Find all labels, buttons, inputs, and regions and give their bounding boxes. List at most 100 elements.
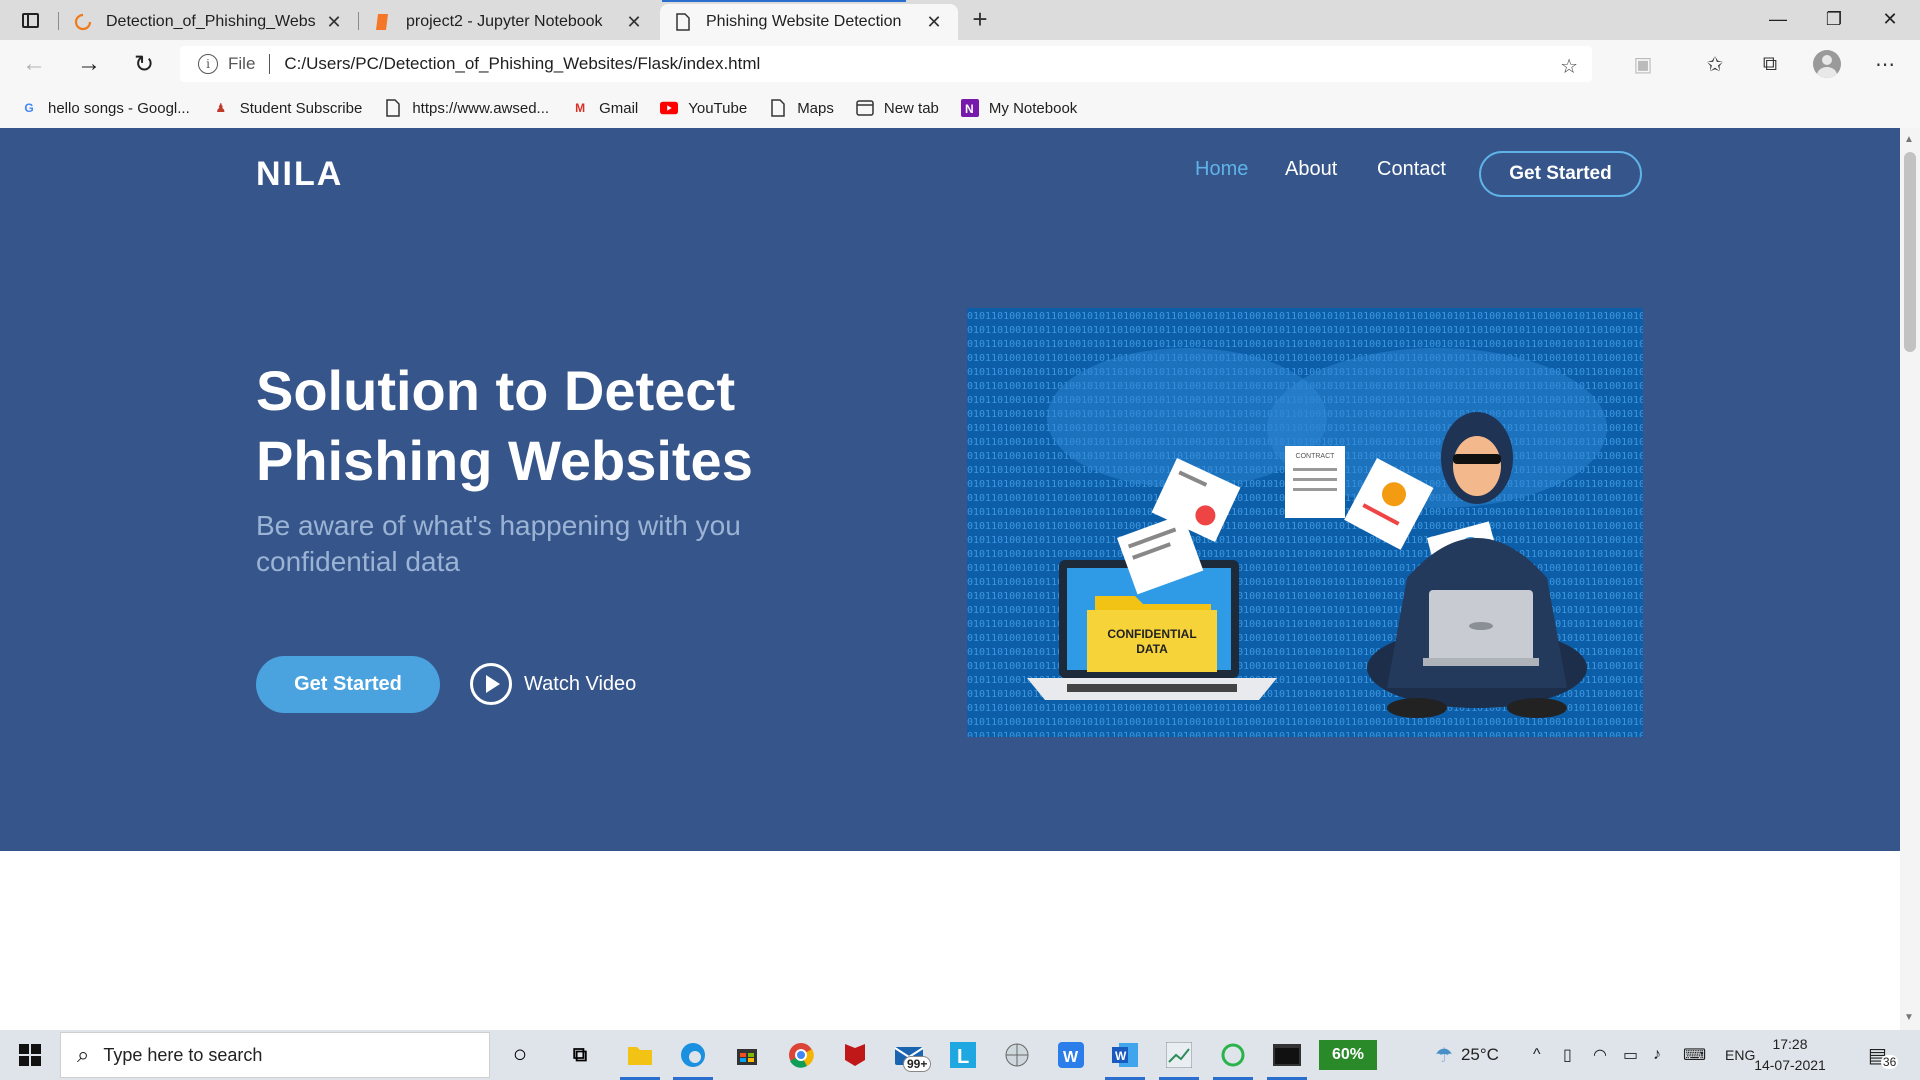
page-scrollbar[interactable]: ▲ ▼ bbox=[1900, 128, 1920, 1030]
weather-widget[interactable]: ☂ 25°C bbox=[1435, 1030, 1499, 1080]
favorites-icon[interactable]: ✩ bbox=[1700, 50, 1730, 78]
profile-avatar[interactable] bbox=[1813, 50, 1841, 78]
browser-tab-bar: Detection_of_Phishing_Websites ✕ project… bbox=[0, 0, 1920, 40]
tab-phishing[interactable]: Phishing Website Detection ✕ bbox=[660, 4, 958, 40]
hero-title: Solution to Detect Phishing Websites bbox=[256, 356, 856, 496]
watch-video-link[interactable]: Watch Video bbox=[470, 663, 636, 705]
bookmark-label: hello songs - Googl... bbox=[48, 99, 190, 117]
back-button[interactable]: ← bbox=[18, 50, 50, 78]
bookmark-new-tab[interactable]: New tab bbox=[856, 99, 939, 117]
svg-text:W: W bbox=[1115, 1049, 1127, 1063]
word-icon[interactable]: W bbox=[1105, 1036, 1145, 1074]
tab-title: Detection_of_Phishing_Websites bbox=[106, 13, 316, 30]
address-url[interactable]: C:/Users/PC/Detection_of_Phishing_Websit… bbox=[284, 54, 760, 74]
svg-text:L: L bbox=[957, 1046, 969, 1068]
tab-detection[interactable]: Detection_of_Phishing_Websites ✕ bbox=[60, 4, 358, 40]
store-icon[interactable] bbox=[727, 1036, 767, 1074]
loading-spinner-icon bbox=[74, 13, 92, 31]
nav-contact-link[interactable]: Contact bbox=[1377, 158, 1446, 181]
nav-get-started-button[interactable]: Get Started bbox=[1479, 151, 1642, 197]
tab-actions-icon bbox=[21, 12, 39, 28]
wifi-icon[interactable]: ◠ bbox=[1593, 1030, 1607, 1080]
bookmark-maps[interactable]: Maps bbox=[769, 99, 834, 117]
tab-title: project2 - Jupyter Notebook bbox=[406, 13, 603, 30]
minimize-button[interactable]: — bbox=[1755, 4, 1801, 34]
add-favorite-icon[interactable]: ☆ bbox=[1560, 54, 1578, 79]
hero-subtitle: Be aware of what's happening with you co… bbox=[256, 510, 741, 577]
nav-about-link[interactable]: About bbox=[1285, 158, 1337, 181]
taskbar-search[interactable]: ⌕ Type here to search bbox=[60, 1032, 490, 1078]
chrome-icon[interactable] bbox=[781, 1036, 821, 1074]
scroll-down-icon[interactable]: ▼ bbox=[1904, 1012, 1914, 1023]
globe-app-icon[interactable] bbox=[997, 1036, 1037, 1074]
close-tab-icon[interactable]: ✕ bbox=[624, 12, 644, 33]
l-app-icon[interactable]: L bbox=[943, 1036, 983, 1074]
writer-icon[interactable]: W bbox=[1051, 1036, 1091, 1074]
terminal-icon[interactable] bbox=[1267, 1036, 1307, 1074]
restore-button[interactable]: ❐ bbox=[1811, 4, 1857, 34]
mail-badge: 99+ bbox=[903, 1056, 932, 1072]
hero-title-line-2: Phishing Websites bbox=[256, 429, 753, 492]
bookmark-student-subscribe[interactable]: ♟ Student Subscribe bbox=[212, 99, 362, 117]
keyboard-icon[interactable]: ⌨ bbox=[1683, 1030, 1706, 1080]
bookmark-hello-songs[interactable]: G hello songs - Googl... bbox=[20, 99, 190, 117]
device-icon[interactable]: ▯ bbox=[1563, 1030, 1572, 1080]
address-bar[interactable]: i File C:/Users/PC/Detection_of_Phishing… bbox=[180, 46, 1592, 82]
hacker-illustration: 0101101001 CONFIDENTIAL DATA bbox=[967, 308, 1643, 737]
new-tab-button[interactable]: + bbox=[966, 6, 994, 34]
nav-home-link[interactable]: Home bbox=[1195, 158, 1248, 181]
site-logo[interactable]: NILA bbox=[256, 155, 343, 194]
svg-text:N: N bbox=[965, 102, 974, 116]
weather-icon: ☂ bbox=[1435, 1044, 1453, 1067]
notifications-button[interactable]: ▤ 36 bbox=[1868, 1030, 1899, 1080]
cortana-icon[interactable]: ○ bbox=[500, 1036, 540, 1074]
scroll-up-icon[interactable]: ▲ bbox=[1904, 134, 1914, 145]
info-icon[interactable]: i bbox=[198, 54, 218, 74]
notification-count: 36 bbox=[1880, 1055, 1899, 1069]
bookmark-label: My Notebook bbox=[988, 99, 1078, 117]
hero-get-started-button[interactable]: Get Started bbox=[256, 656, 440, 713]
mcafee-icon[interactable] bbox=[835, 1036, 875, 1074]
refresh-button[interactable]: ↻ bbox=[128, 50, 160, 78]
svg-text:W: W bbox=[1063, 1049, 1079, 1066]
address-divider bbox=[269, 54, 271, 74]
system-clock[interactable]: 17:28 14-07-2021 bbox=[1740, 1034, 1840, 1076]
tab-jupyter[interactable]: project2 - Jupyter Notebook ✕ bbox=[360, 4, 658, 40]
address-scheme: File bbox=[228, 54, 256, 73]
bookmark-awsed[interactable]: https://www.awsed... bbox=[384, 99, 549, 117]
volume-icon[interactable]: ♪ bbox=[1653, 1030, 1661, 1080]
extension-icon[interactable]: ▣ bbox=[1628, 50, 1658, 78]
close-tab-icon[interactable]: ✕ bbox=[924, 12, 944, 33]
forward-button[interactable]: → bbox=[73, 50, 105, 78]
watch-video-label: Watch Video bbox=[524, 672, 637, 695]
tab-actions-button[interactable] bbox=[14, 8, 46, 32]
start-button[interactable] bbox=[0, 1030, 60, 1080]
bookmark-gmail[interactable]: M Gmail bbox=[571, 99, 638, 117]
bookmarks-bar: G hello songs - Googl... ♟ Student Subsc… bbox=[0, 88, 1920, 128]
battery-icon[interactable]: ▭ bbox=[1623, 1030, 1638, 1080]
file-explorer-icon[interactable] bbox=[620, 1036, 660, 1074]
close-tab-icon[interactable]: ✕ bbox=[324, 12, 344, 33]
page-icon bbox=[769, 99, 787, 117]
page-viewport: NILA Home About Contact Get Started Solu… bbox=[0, 128, 1900, 1030]
bookmark-label: New tab bbox=[883, 99, 939, 117]
tab-loading-indicator bbox=[662, 0, 906, 2]
task-view-icon[interactable]: ⧉ bbox=[560, 1036, 600, 1074]
sync-app-icon[interactable] bbox=[1213, 1036, 1253, 1074]
bookmark-my-notebook[interactable]: N My Notebook bbox=[960, 99, 1078, 117]
chart-app-icon[interactable] bbox=[1159, 1036, 1199, 1074]
document-label: CONTRACT bbox=[1296, 453, 1336, 460]
mail-icon[interactable]: 99+ bbox=[889, 1036, 932, 1074]
more-menu-icon[interactable]: ⋯ bbox=[1870, 50, 1900, 78]
hero-section: NILA Home About Contact Get Started Solu… bbox=[0, 128, 1900, 851]
show-hidden-icons[interactable]: ^ bbox=[1533, 1030, 1541, 1080]
close-window-button[interactable]: ✕ bbox=[1867, 4, 1913, 34]
newtab-icon bbox=[856, 99, 874, 117]
edge-icon[interactable] bbox=[673, 1036, 713, 1074]
battery-meter[interactable]: 60% bbox=[1319, 1040, 1377, 1070]
bookmark-youtube[interactable]: YouTube bbox=[660, 99, 747, 117]
bookmark-label: https://www.awsed... bbox=[412, 99, 550, 117]
scrollbar-thumb[interactable] bbox=[1904, 152, 1916, 352]
collections-icon[interactable]: ⧉ bbox=[1755, 50, 1785, 78]
tab-title: Phishing Website Detection bbox=[706, 13, 902, 30]
